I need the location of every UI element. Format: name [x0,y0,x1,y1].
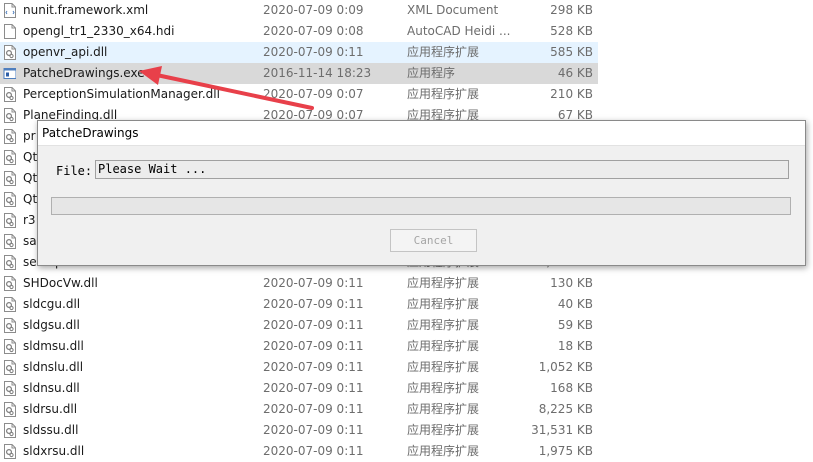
red-arrow-annotation [139,66,314,110]
